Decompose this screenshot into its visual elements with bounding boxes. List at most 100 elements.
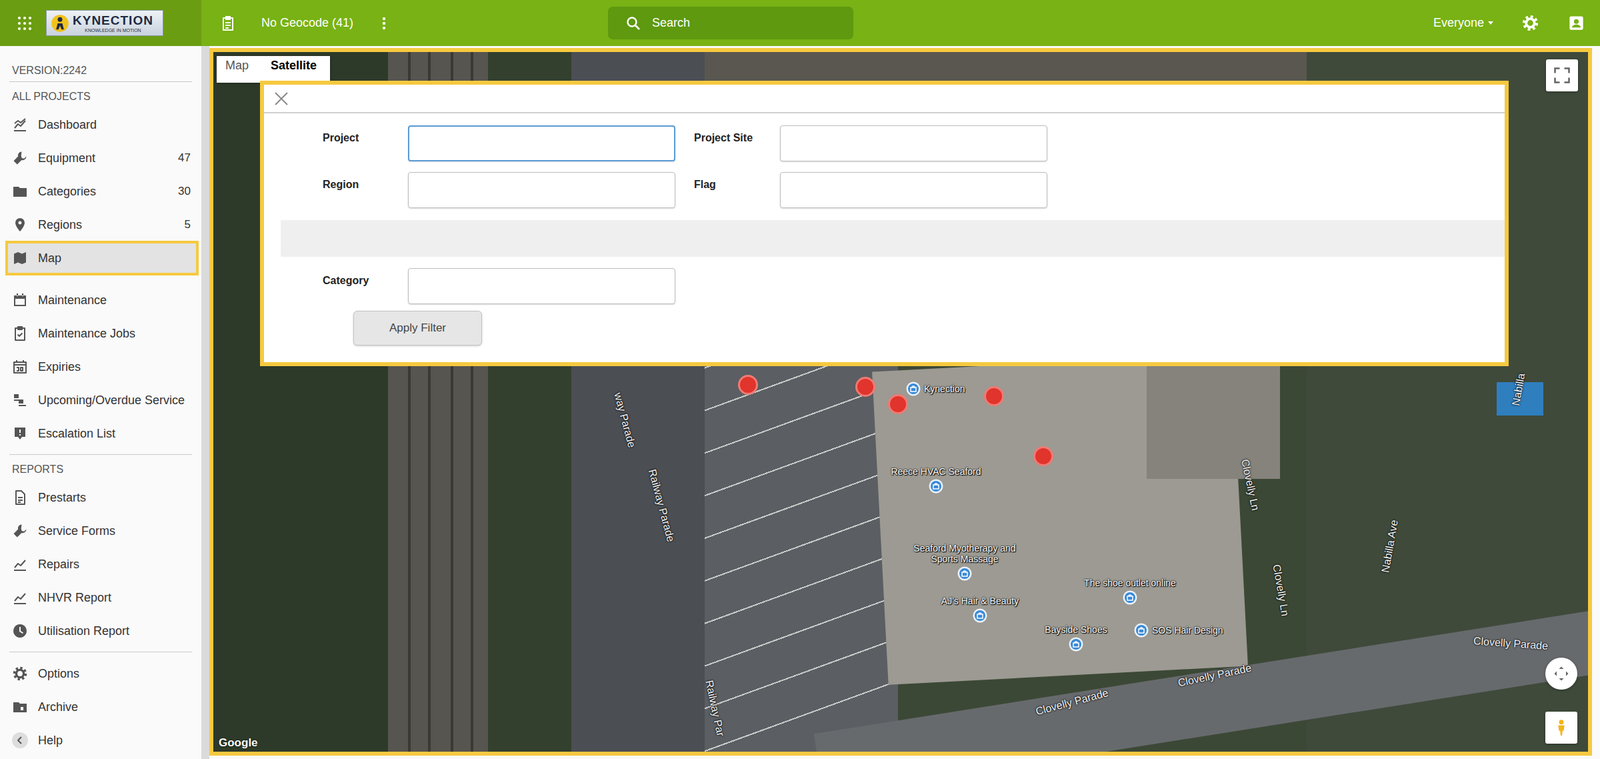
calendar-icon bbox=[12, 292, 28, 308]
place-label: Seaford Myotherapy and Sports Massage bbox=[904, 542, 1025, 564]
sidebar-item[interactable]: Equipment47 bbox=[0, 141, 202, 175]
no-geocode-link[interactable]: No Geocode (41) bbox=[261, 16, 354, 30]
sidebar-item-label: Maintenance Jobs bbox=[38, 326, 136, 341]
sidebar-item[interactable]: Options bbox=[0, 656, 202, 690]
apps-grid-icon[interactable] bbox=[16, 15, 33, 32]
filter-panel: ProjectProject SiteRegionFlagCategoryApp… bbox=[260, 80, 1509, 366]
filter-form: ProjectProject SiteRegionFlagCategoryApp… bbox=[264, 113, 1505, 362]
sidebar-item[interactable]: Service Forms bbox=[0, 514, 202, 548]
shop-marker-icon bbox=[1134, 622, 1149, 638]
search-placeholder: Search bbox=[652, 16, 690, 30]
equipment-pin[interactable] bbox=[888, 394, 908, 414]
sidebar-item-label: Dashboard bbox=[38, 118, 97, 132]
archive-folder-icon bbox=[12, 698, 28, 715]
fullscreen-icon bbox=[1552, 66, 1572, 85]
search-box[interactable]: Search bbox=[608, 6, 854, 40]
map-type-tab[interactable]: Satellite bbox=[262, 56, 330, 83]
street-label: Clovelly Ln bbox=[1270, 563, 1291, 617]
place-label: Reece HVAC Seaford bbox=[890, 466, 981, 477]
main: way ParadeRailway ParadeRailway ParClove… bbox=[209, 46, 1600, 759]
version-label: VERSION:2242 bbox=[0, 46, 202, 78]
sidebar-item[interactable]: Maintenance bbox=[0, 283, 202, 317]
sidebar-item-label: Upcoming/Overdue Service bbox=[38, 393, 185, 408]
wrench-icon bbox=[12, 150, 28, 166]
sidebar-item[interactable]: Expiries bbox=[0, 350, 202, 384]
filter-input[interactable] bbox=[780, 125, 1048, 162]
sidebar-item[interactable]: NHVR Report bbox=[0, 580, 202, 614]
equipment-pin[interactable] bbox=[738, 374, 758, 395]
section-title: REPORTS bbox=[0, 454, 202, 481]
map-attribution: Google bbox=[218, 736, 258, 750]
shop-marker-icon bbox=[906, 381, 921, 396]
sidebar-item-count: 30 bbox=[178, 184, 191, 198]
shop-marker-icon bbox=[1122, 590, 1138, 605]
sidebar-divider bbox=[9, 81, 192, 82]
user-filter-dropdown[interactable]: Everyone bbox=[1433, 16, 1494, 30]
sidebar: VERSION:2242ALL PROJECTSDashboardEquipme… bbox=[0, 46, 202, 759]
user-tools: Everyone bbox=[853, 14, 1600, 32]
sidebar-item[interactable]: Prestarts bbox=[0, 480, 202, 514]
equipment-pin[interactable] bbox=[1033, 446, 1054, 466]
sidebar-item[interactable]: Categories 30 bbox=[0, 174, 202, 208]
dashboard-chart-icon bbox=[12, 116, 28, 133]
sidebar-divider bbox=[9, 651, 192, 652]
equipment-pin[interactable] bbox=[855, 376, 876, 397]
chart-icon bbox=[12, 589, 28, 606]
sidebar-scrollbar[interactable] bbox=[201, 46, 210, 759]
filter-input[interactable] bbox=[408, 268, 676, 304]
sidebar-item-count: 47 bbox=[178, 151, 191, 165]
sidebar-item[interactable]: Repairs bbox=[0, 547, 202, 581]
filter-input[interactable] bbox=[780, 172, 1048, 208]
equipment-pin[interactable] bbox=[984, 386, 1004, 406]
folder-icon bbox=[12, 183, 28, 200]
sidebar-item-label: NHVR Report bbox=[38, 590, 112, 605]
sidebar-item-count: 5 bbox=[184, 218, 191, 232]
sidebar-item[interactable]: Archive bbox=[0, 690, 202, 724]
sidebar-item[interactable]: Map bbox=[5, 240, 199, 276]
location-pin-icon bbox=[12, 216, 28, 233]
sidebar-item[interactable]: Regions5 bbox=[0, 208, 202, 242]
sidebar-item-label: Repairs bbox=[38, 557, 80, 572]
filter-input[interactable] bbox=[408, 125, 676, 162]
account-icon[interactable] bbox=[1567, 14, 1586, 32]
escalation-icon bbox=[12, 425, 28, 442]
logo-name: KYNECTION bbox=[72, 14, 154, 27]
sidebar-item[interactable]: Upcoming/Overdue Service bbox=[0, 383, 202, 417]
place-label: SOS Hair Design bbox=[1152, 624, 1224, 636]
sidebar-item[interactable]: Help bbox=[0, 723, 202, 757]
map-type-tab[interactable]: Map bbox=[216, 56, 262, 83]
logo[interactable]: KYNECTIONKNOWLEDGE IN MOTION bbox=[46, 10, 164, 36]
filter-row: RegionFlag bbox=[264, 172, 1048, 208]
place-label: AJ's Hair & Beauty bbox=[941, 595, 1019, 606]
sidebar-item[interactable]: Maintenance Jobs bbox=[0, 316, 202, 350]
collapse-chevron-icon bbox=[12, 732, 28, 748]
brand: KYNECTIONKNOWLEDGE IN MOTION bbox=[0, 0, 202, 46]
sidebar-item-label: Expiries bbox=[38, 360, 81, 374]
sidebar-item-label: Maintenance bbox=[38, 293, 107, 308]
document-icon bbox=[12, 489, 28, 506]
sidebar-item-label: Categories bbox=[38, 184, 96, 199]
gear-icon[interactable] bbox=[1521, 14, 1540, 32]
shop-marker-icon bbox=[928, 478, 944, 494]
map[interactable]: way ParadeRailway ParadeRailway ParClove… bbox=[209, 48, 1592, 756]
field-label: Project bbox=[322, 125, 408, 144]
calendar-30-icon bbox=[12, 358, 28, 375]
sidebar-item[interactable]: Escalation List bbox=[0, 416, 202, 450]
shop-marker-icon bbox=[1068, 636, 1084, 652]
top-tools: No Geocode (41) bbox=[201, 15, 608, 32]
filter-row: Category bbox=[264, 268, 676, 304]
clipboard-icon[interactable] bbox=[220, 15, 236, 32]
sidebar-item[interactable]: Utilisation Report bbox=[0, 614, 202, 648]
caret-down-icon bbox=[1488, 21, 1494, 25]
filter-input[interactable] bbox=[408, 172, 676, 208]
fullscreen-button[interactable] bbox=[1546, 59, 1578, 92]
camera-control[interactable] bbox=[1545, 657, 1578, 690]
map-icon bbox=[12, 250, 28, 266]
street-view-button[interactable] bbox=[1545, 711, 1578, 744]
apply-filter-button[interactable]: Apply Filter bbox=[353, 310, 482, 346]
more-vertical-icon[interactable] bbox=[381, 15, 387, 32]
sidebar-item[interactable]: Dashboard bbox=[0, 108, 202, 142]
sidebar-divider bbox=[9, 454, 192, 455]
logo-tagline: KNOWLEDGE IN MOTION bbox=[84, 28, 141, 33]
close-x-icon[interactable] bbox=[273, 90, 290, 107]
